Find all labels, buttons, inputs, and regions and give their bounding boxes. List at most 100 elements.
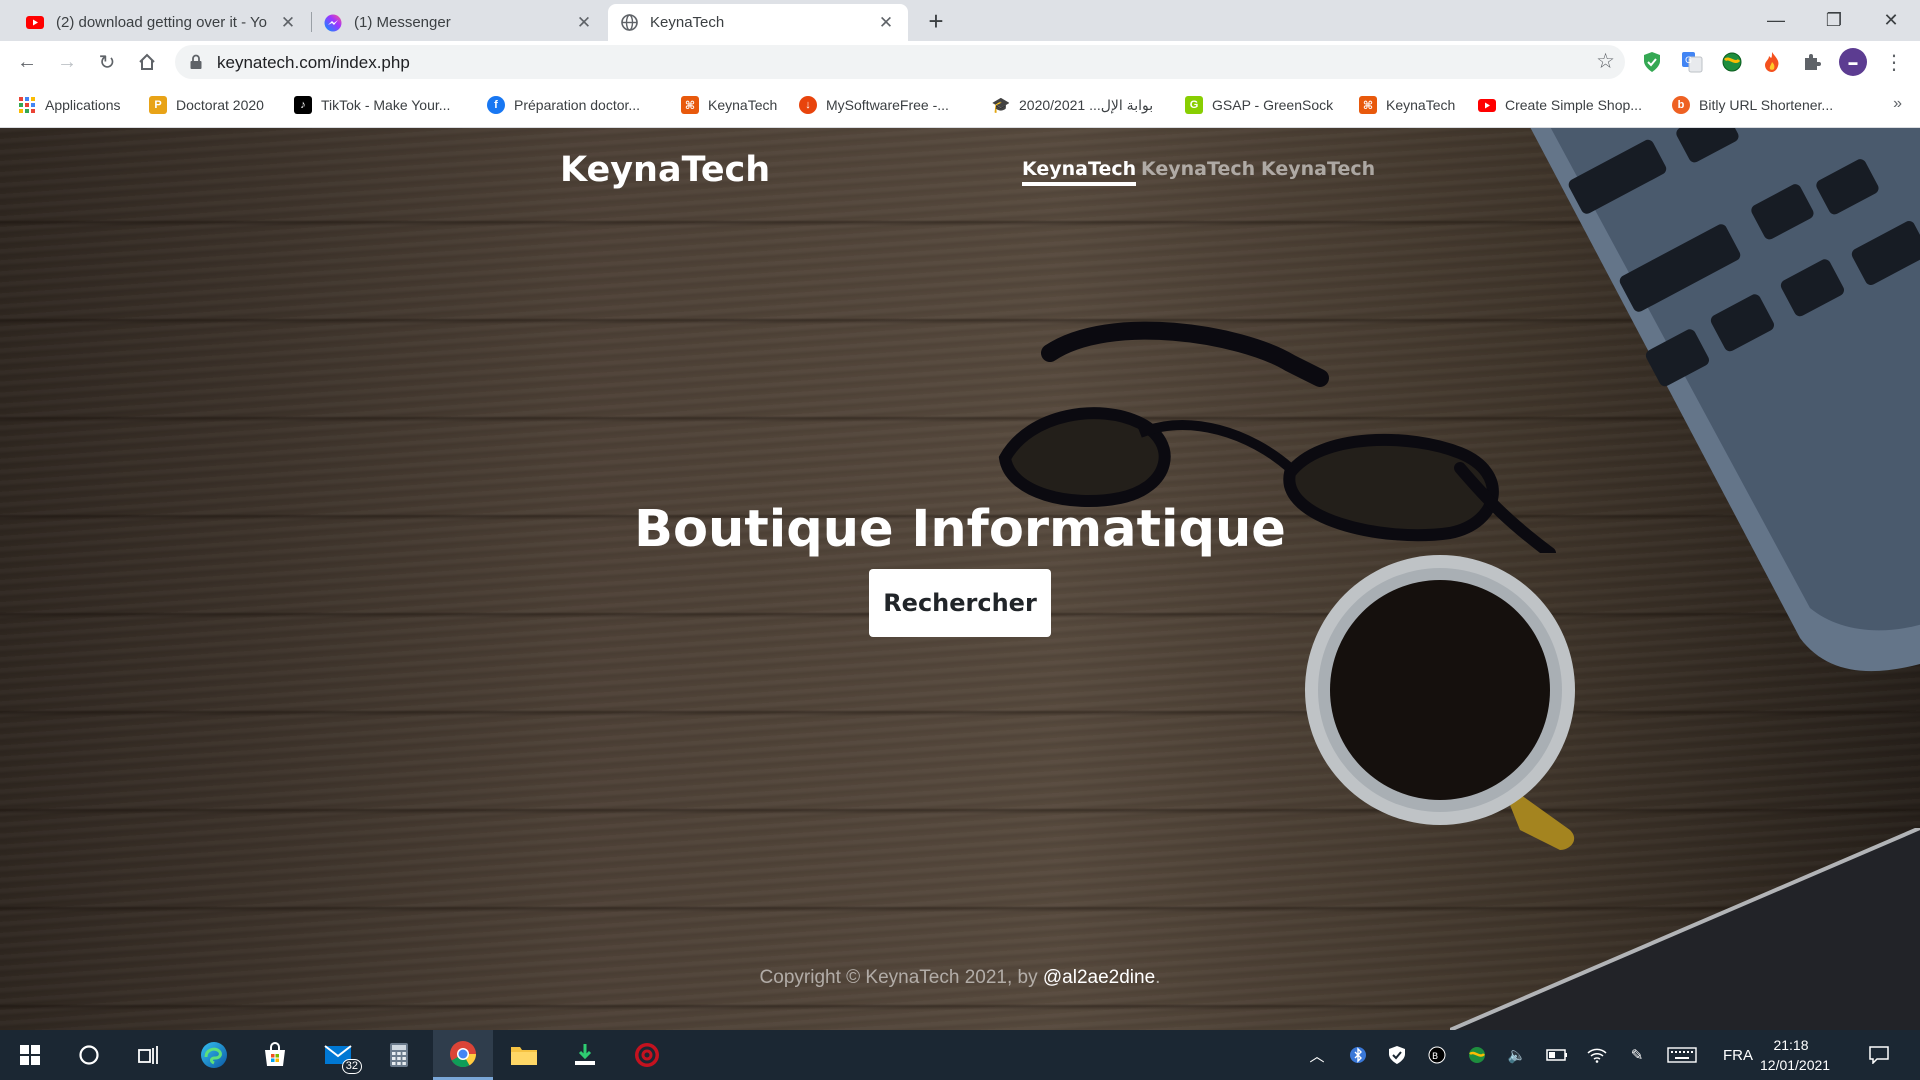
cortana-search-icon[interactable] bbox=[61, 1030, 117, 1080]
nav-link-2[interactable]: KeynaTech bbox=[1141, 158, 1255, 180]
system-clock[interactable]: 21:18 12/01/2021 bbox=[1760, 1035, 1830, 1075]
svg-text:B: B bbox=[1432, 1052, 1438, 1062]
bookmark-label: KeynaTech bbox=[708, 97, 778, 113]
address-bar[interactable]: keynatech.com/index.php ☆ bbox=[175, 45, 1625, 79]
globe-tray-icon[interactable] bbox=[1466, 1045, 1488, 1065]
facebook-icon: f bbox=[487, 96, 505, 114]
restore-icon[interactable]: ❐ bbox=[1805, 0, 1863, 41]
notification-center-icon[interactable] bbox=[1865, 1045, 1893, 1065]
tab-messenger[interactable]: (1) Messenger ✕ bbox=[312, 4, 606, 41]
keynatech-icon: ⌘ bbox=[1359, 96, 1377, 114]
bookmark-label: بوابة الإل... 2020/2021 bbox=[1019, 96, 1154, 113]
microsoft-store-icon[interactable] bbox=[247, 1030, 303, 1080]
close-window-icon[interactable]: ✕ bbox=[1862, 0, 1920, 41]
minimize-icon[interactable]: — bbox=[1747, 0, 1805, 41]
app-tray-icon[interactable]: B bbox=[1426, 1045, 1448, 1065]
bookmark-label: TikTok - Make Your... bbox=[321, 97, 451, 113]
page-hero-background: KeynaTech KeynaTech KeynaTech KeynaTech … bbox=[0, 128, 1920, 1030]
close-tab-icon[interactable]: ✕ bbox=[278, 13, 298, 33]
windows-start-icon[interactable] bbox=[2, 1030, 58, 1080]
bookmark-preparation[interactable]: f Préparation doctor... bbox=[487, 93, 640, 117]
volume-icon[interactable]: 🔈 bbox=[1505, 1045, 1529, 1065]
footer-text: Copyright © KeynaTech 2021, by bbox=[759, 967, 1043, 988]
bookmark-keynatech[interactable]: ⌘ KeynaTech bbox=[681, 93, 777, 117]
mail-icon[interactable]: 32 bbox=[310, 1030, 366, 1080]
calculator-icon[interactable] bbox=[371, 1030, 427, 1080]
battery-icon[interactable] bbox=[1545, 1045, 1569, 1065]
antivirus-icon[interactable] bbox=[619, 1030, 675, 1080]
pen-workspace-icon[interactable]: ✎ bbox=[1625, 1045, 1649, 1065]
reload-icon[interactable]: ↻ bbox=[91, 46, 123, 78]
security-tray-icon[interactable] bbox=[1386, 1045, 1408, 1065]
greensock-icon: G bbox=[1185, 96, 1203, 114]
back-arrow-icon[interactable]: ← bbox=[11, 46, 43, 78]
translate-extension-icon[interactable]: G bbox=[1681, 51, 1703, 73]
bookmark-star-icon[interactable]: ☆ bbox=[1596, 49, 1615, 74]
tab-title: (1) Messenger bbox=[354, 14, 451, 31]
bookmark-gsap[interactable]: G GSAP - GreenSock bbox=[1185, 93, 1333, 117]
keynatech-icon: ⌘ bbox=[681, 96, 699, 114]
bookmark-bitly[interactable]: b Bitly URL Shortener... bbox=[1672, 93, 1833, 117]
bookmark-arabic-portal[interactable]: 🎓 بوابة الإل... 2020/2021 bbox=[992, 93, 1153, 117]
bookmarks-bar: Applications P Doctorat 2020 ♪ TikTok - … bbox=[0, 83, 1920, 128]
input-language[interactable]: FRA bbox=[1716, 1045, 1760, 1065]
footer-period: . bbox=[1155, 967, 1161, 988]
footer-copyright: Copyright © KeynaTech 2021, by @al2ae2di… bbox=[0, 967, 1920, 989]
bookmark-label: MySoftwareFree -... bbox=[826, 97, 949, 113]
bookmark-mysoftwarefree[interactable]: ↓ MySoftwareFree -... bbox=[799, 93, 949, 117]
download-icon: ↓ bbox=[799, 96, 817, 114]
url-text: keynatech.com/index.php bbox=[217, 53, 410, 72]
profile-avatar[interactable]: ▬ bbox=[1839, 48, 1867, 76]
search-button[interactable]: Rechercher bbox=[869, 569, 1051, 637]
bookmark-label: GSAP - GreenSock bbox=[1212, 97, 1334, 113]
bookmark-label: Applications bbox=[45, 97, 121, 113]
globe-extension-icon[interactable] bbox=[1721, 51, 1743, 73]
bluetooth-tray-icon[interactable] bbox=[1347, 1045, 1369, 1065]
tiktok-icon: ♪ bbox=[294, 96, 312, 114]
p-icon: P bbox=[149, 96, 167, 114]
bitly-icon: b bbox=[1672, 96, 1690, 114]
tab-youtube[interactable]: (2) download getting over it - Yo ✕ bbox=[14, 4, 310, 41]
clock-time: 21:18 bbox=[1773, 1037, 1809, 1053]
browser-toolbar: ← → ↻ keynatech.com/index.php ☆ G ▬ ⋮ bbox=[0, 41, 1920, 83]
show-hidden-icons-chevron-icon[interactable]: ︿ bbox=[1306, 1045, 1328, 1065]
task-view-icon[interactable] bbox=[121, 1030, 177, 1080]
close-tab-icon[interactable]: ✕ bbox=[574, 13, 594, 33]
touch-keyboard-icon[interactable] bbox=[1664, 1045, 1700, 1065]
edge-browser-icon[interactable] bbox=[186, 1030, 242, 1080]
file-explorer-icon[interactable] bbox=[496, 1030, 552, 1080]
apps-grid-icon bbox=[18, 96, 36, 114]
tab-title: (2) download getting over it - Yo bbox=[56, 14, 267, 31]
graduation-cap-icon: 🎓 bbox=[991, 97, 1011, 114]
hero-title: Boutique Informatique bbox=[634, 500, 1286, 559]
extensions-puzzle-icon[interactable] bbox=[1801, 51, 1823, 73]
close-tab-icon[interactable]: ✕ bbox=[876, 13, 896, 33]
forward-arrow-icon[interactable]: → bbox=[51, 46, 83, 78]
site-brand-logo[interactable]: KeynaTech bbox=[560, 150, 770, 190]
youtube-icon bbox=[1478, 96, 1496, 114]
more-bookmarks-chevron-icon[interactable]: » bbox=[1893, 95, 1902, 113]
mail-unread-badge: 32 bbox=[341, 1059, 362, 1074]
nav-link-3[interactable]: KeynaTech bbox=[1261, 158, 1375, 180]
menu-kebab-icon[interactable]: ⋮ bbox=[1883, 51, 1905, 74]
nav-link-1[interactable]: KeynaTech bbox=[1022, 158, 1137, 186]
bookmark-applications[interactable]: Applications bbox=[18, 93, 121, 117]
bookmark-doctorat[interactable]: P Doctorat 2020 bbox=[149, 93, 264, 117]
windows-taskbar: 32 ︿ B 🔈 ✎ FRA 21:18 12/01/2021 bbox=[0, 1030, 1920, 1080]
bookmark-label: Préparation doctor... bbox=[514, 97, 641, 113]
home-icon[interactable] bbox=[131, 46, 163, 78]
chrome-taskbar-icon[interactable] bbox=[433, 1030, 493, 1080]
svg-text:G: G bbox=[1685, 56, 1692, 66]
lock-icon[interactable] bbox=[189, 54, 205, 70]
author-link[interactable]: @al2ae2dine bbox=[1043, 967, 1155, 988]
bookmark-create-shop[interactable]: Create Simple Shop... bbox=[1478, 93, 1642, 117]
tab-title: KeynaTech bbox=[650, 14, 725, 31]
installer-icon[interactable] bbox=[557, 1030, 613, 1080]
tab-keynatech[interactable]: KeynaTech ✕ bbox=[608, 4, 908, 41]
flame-extension-icon[interactable] bbox=[1761, 51, 1783, 73]
shield-extension-icon[interactable] bbox=[1641, 51, 1663, 73]
bookmark-tiktok[interactable]: ♪ TikTok - Make Your... bbox=[294, 93, 450, 117]
bookmark-keynatech-2[interactable]: ⌘ KeynaTech bbox=[1359, 93, 1455, 117]
new-tab-button[interactable]: + bbox=[922, 8, 950, 36]
wifi-icon[interactable] bbox=[1585, 1045, 1609, 1065]
